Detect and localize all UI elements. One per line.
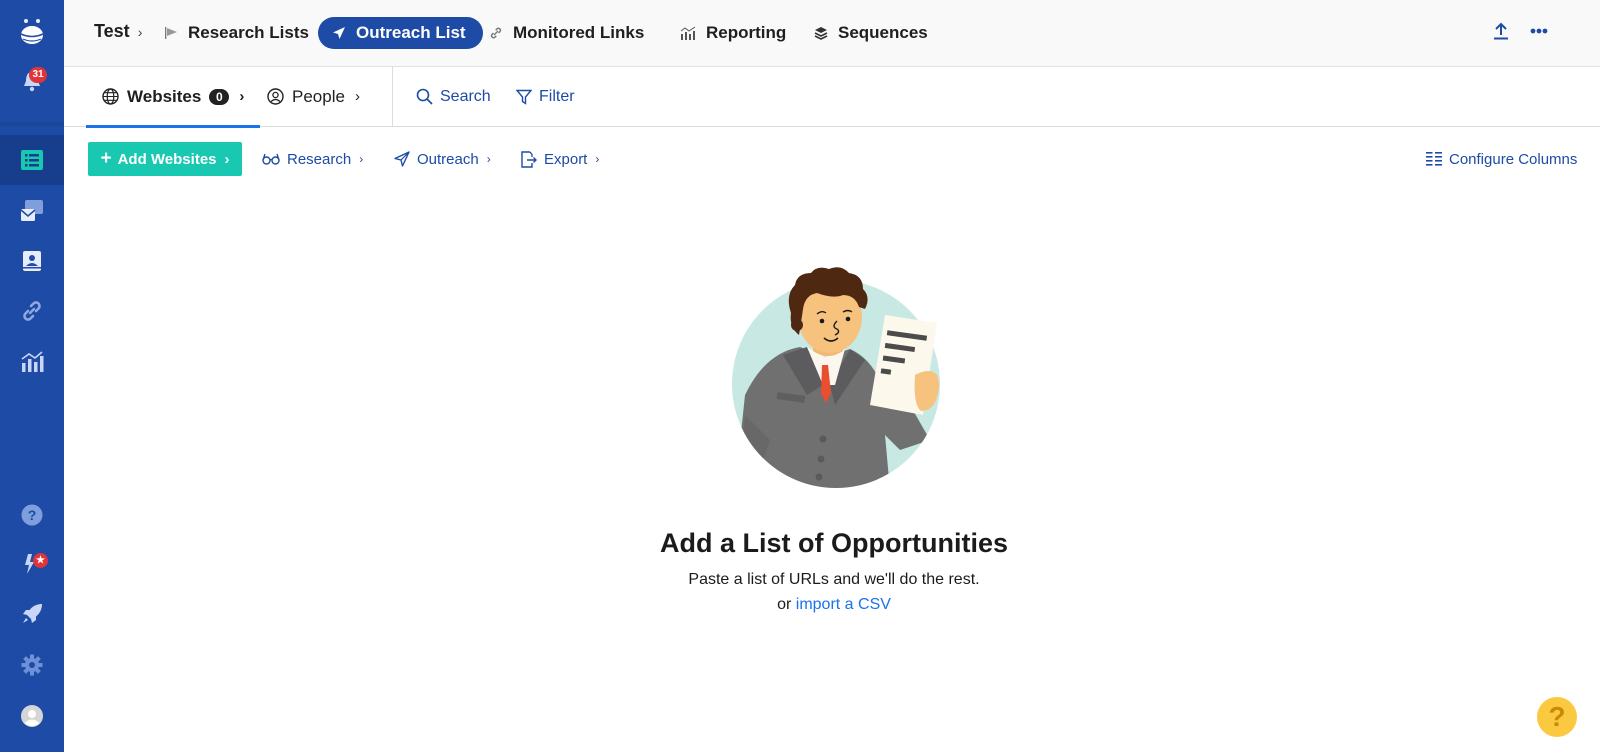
sidebar-item-whats-new[interactable]: ★: [0, 539, 64, 589]
chevron-right-icon: ›: [486, 152, 491, 166]
empty-state-alt: or import a CSV: [64, 596, 1600, 614]
sidebar-item-links[interactable]: [0, 286, 64, 336]
notifications-button[interactable]: 31: [0, 56, 64, 106]
top-navigation: Test › Research Lists Outreach List Moni…: [64, 0, 1600, 67]
research-menu[interactable]: Research ›: [262, 142, 363, 176]
bar-chart-icon: [21, 351, 44, 372]
send-icon: [332, 26, 346, 40]
nav-label: Reporting: [706, 23, 787, 42]
logo-icon: [20, 19, 44, 44]
chevron-right-icon: ›: [595, 152, 600, 166]
nav-research-lists[interactable]: Research Lists: [164, 17, 309, 49]
avatar-icon: [21, 705, 43, 727]
glasses-icon: [262, 153, 280, 165]
nav-label: Research Lists: [188, 23, 309, 42]
chevron-right-icon: ›: [224, 150, 230, 168]
outreach-label: Outreach: [417, 150, 479, 168]
import-csv-link[interactable]: import a CSV: [796, 596, 891, 613]
list-icon: [21, 150, 43, 170]
question-mark-icon: ?: [1548, 701, 1566, 732]
add-websites-label: Add Websites: [117, 150, 217, 168]
nav-label: Outreach List: [356, 23, 466, 42]
nav-monitored-links[interactable]: Monitored Links: [489, 17, 644, 49]
link-icon: [23, 301, 41, 321]
bar-chart-icon: [680, 26, 696, 40]
sidebar-item-contacts[interactable]: [0, 236, 64, 286]
sidebar-item-lists[interactable]: [0, 135, 64, 185]
configure-columns-button[interactable]: Configure Columns: [1426, 142, 1577, 176]
sub-tabs: Websites 0 › People › Search Filter: [64, 67, 1600, 128]
filter-icon: [516, 89, 532, 105]
sidebar: 31 ? ★: [0, 0, 64, 752]
tab-websites[interactable]: Websites 0 ›: [86, 67, 261, 128]
sidebar-item-help[interactable]: ?: [0, 490, 64, 540]
user-circle-icon: [267, 88, 284, 105]
app-logo[interactable]: [0, 7, 64, 57]
nav-label: Monitored Links: [513, 23, 645, 42]
sidebar-item-onboarding[interactable]: [0, 589, 64, 639]
tab-label: People: [292, 86, 345, 106]
star-badge-icon: ★: [33, 553, 48, 568]
flag-icon: [164, 26, 178, 40]
sidebar-item-profile[interactable]: [0, 691, 64, 741]
nav-label: Sequences: [838, 23, 928, 42]
search-button[interactable]: Search: [416, 67, 491, 126]
search-icon: [416, 88, 433, 105]
link-icon: [489, 26, 503, 40]
nav-outreach-list[interactable]: Outreach List: [318, 17, 483, 49]
sidebar-item-reporting[interactable]: [0, 336, 64, 386]
mail-icon: [20, 200, 43, 221]
upload-icon: [1494, 22, 1508, 40]
plus-icon: +: [100, 148, 112, 169]
configure-columns-label: Configure Columns: [1449, 150, 1578, 168]
chevron-right-icon: ›: [137, 23, 143, 40]
research-label: Research: [287, 150, 352, 168]
export-icon: [520, 150, 537, 168]
columns-icon: [1426, 152, 1442, 166]
breadcrumb-project[interactable]: Test: [94, 21, 130, 42]
svg-text:?: ?: [28, 507, 37, 523]
tab-label: Websites: [127, 86, 202, 106]
filter-button[interactable]: Filter: [516, 67, 575, 126]
chevron-right-icon: ›: [359, 152, 364, 166]
contacts-book-icon: [23, 251, 41, 271]
search-label: Search: [440, 87, 491, 105]
globe-icon: [102, 88, 119, 105]
businessman-illustration: [732, 267, 940, 488]
export-menu[interactable]: Export ›: [520, 142, 599, 176]
gear-icon: [21, 654, 43, 676]
chevron-right-icon: ›: [354, 88, 360, 105]
list-toolbar: + Add Websites › Research › Outreach › E…: [64, 127, 1600, 189]
add-websites-button[interactable]: + Add Websites ›: [88, 142, 242, 176]
outreach-menu[interactable]: Outreach ›: [394, 142, 491, 176]
chevron-right-icon: ›: [239, 88, 245, 105]
upload-button[interactable]: [1493, 22, 1509, 40]
sidebar-item-inbox[interactable]: [0, 186, 64, 236]
breadcrumb[interactable]: Test ›: [94, 21, 142, 42]
websites-count-badge: 0: [209, 88, 230, 105]
app: 31 ? ★ Test › Research Lists Outreach Li…: [0, 0, 1600, 752]
sidebar-divider: [0, 122, 64, 126]
send-icon: [394, 151, 410, 167]
rocket-icon: [23, 604, 42, 623]
notifications-badge: 31: [29, 67, 47, 83]
divider: [392, 67, 393, 127]
more-horizontal-icon: [1530, 28, 1548, 34]
empty-state-title: Add a List of Opportunities: [660, 528, 1008, 558]
filter-label: Filter: [539, 87, 575, 105]
more-options-button[interactable]: [1530, 28, 1548, 34]
empty-state-subtitle: Paste a list of URLs and we'll do the re…: [688, 571, 980, 588]
alt-prefix: or: [777, 596, 792, 613]
layers-icon: [814, 26, 828, 40]
sidebar-item-settings[interactable]: [0, 640, 64, 690]
tab-people[interactable]: People ›: [267, 67, 360, 126]
help-circle-icon: ?: [21, 504, 43, 526]
nav-reporting[interactable]: Reporting: [680, 17, 786, 49]
help-chat-button[interactable]: ?: [1537, 697, 1577, 737]
export-label: Export: [544, 150, 588, 168]
nav-sequences[interactable]: Sequences: [814, 17, 928, 49]
